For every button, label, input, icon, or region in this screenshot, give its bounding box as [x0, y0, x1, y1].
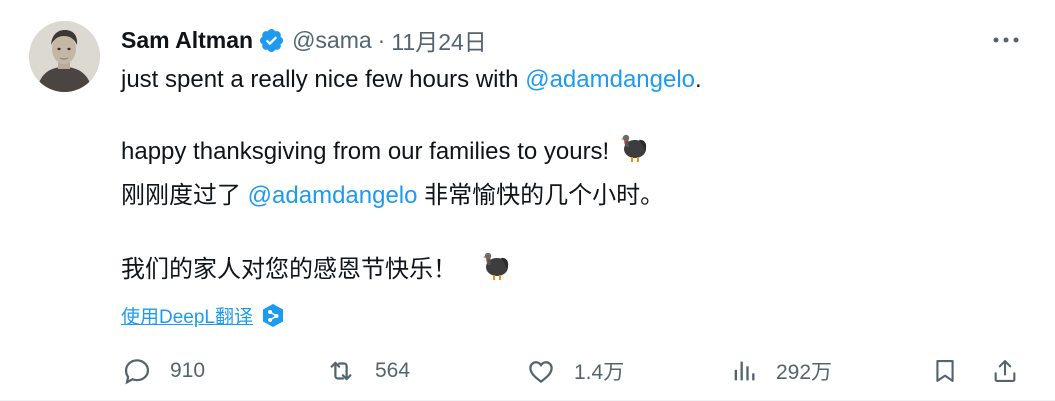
tweet-text-line-2: happy thanksgiving from our families to …	[121, 132, 649, 173]
retweet-icon	[330, 361, 352, 381]
tweet-text: happy thanksgiving from our families to …	[121, 137, 610, 165]
retweet-count: 564	[375, 359, 411, 382]
tweet-text: 非常愉快的几个小时。	[417, 182, 665, 209]
tweet-text: .	[695, 66, 702, 93]
more-options-icon[interactable]	[988, 30, 1024, 50]
mention-link[interactable]: @adamdangelo	[525, 66, 695, 93]
author-handle[interactable]: @sama	[292, 27, 372, 54]
tweet-text: 我们的家人对您的感恩节快乐！	[121, 255, 457, 283]
tweet-date[interactable]: 11月24日	[391, 23, 486, 57]
verified-badge-icon	[258, 27, 285, 54]
views-button[interactable]: 292万	[730, 356, 832, 386]
tweet-text-zh-line-2: 我们的家人对您的感恩节快乐！	[121, 250, 511, 291]
avatar[interactable]	[29, 21, 100, 92]
heart-icon	[529, 361, 553, 384]
views-icon	[734, 361, 755, 381]
tweet-text: 刚刚度过了	[121, 182, 248, 209]
share-button[interactable]	[991, 356, 1019, 386]
tweet-header: Sam Altman @sama · 11月24日	[121, 24, 487, 56]
deepl-icon[interactable]	[261, 303, 285, 329]
action-bar: 910 564 1.4万 292万	[0, 356, 1055, 390]
author-name[interactable]: Sam Altman	[121, 27, 253, 54]
turkey-emoji-icon	[479, 250, 511, 291]
separator-dot: ·	[377, 26, 386, 53]
reply-button[interactable]: 910	[122, 356, 205, 386]
mention-link[interactable]: @adamdangelo	[248, 182, 418, 209]
tweet-text-zh-line-1: 刚刚度过了 @adamdangelo 非常愉快的几个小时。	[121, 180, 664, 212]
like-count: 1.4万	[574, 361, 625, 384]
bookmark-button[interactable]	[931, 356, 959, 386]
deepl-translate-link[interactable]: 使用DeepL翻译	[121, 302, 253, 329]
bookmark-icon	[936, 360, 954, 382]
turkey-emoji-icon	[617, 132, 649, 173]
views-count: 292万	[776, 361, 833, 384]
avatar-photo	[29, 21, 100, 92]
reply-count: 910	[170, 359, 206, 382]
tweet-text-line-1: just spent a really nice few hours with …	[121, 64, 702, 96]
like-button[interactable]: 1.4万	[526, 356, 624, 386]
tweet-text: just spent a really nice few hours with	[121, 66, 526, 93]
reply-icon	[124, 359, 150, 385]
translate-row: 使用DeepL翻译	[121, 302, 285, 329]
retweet-button[interactable]: 564	[325, 356, 410, 386]
share-icon	[994, 360, 1016, 382]
tweet-card[interactable]: Sam Altman @sama · 11月24日 just spent a r…	[0, 0, 1055, 401]
